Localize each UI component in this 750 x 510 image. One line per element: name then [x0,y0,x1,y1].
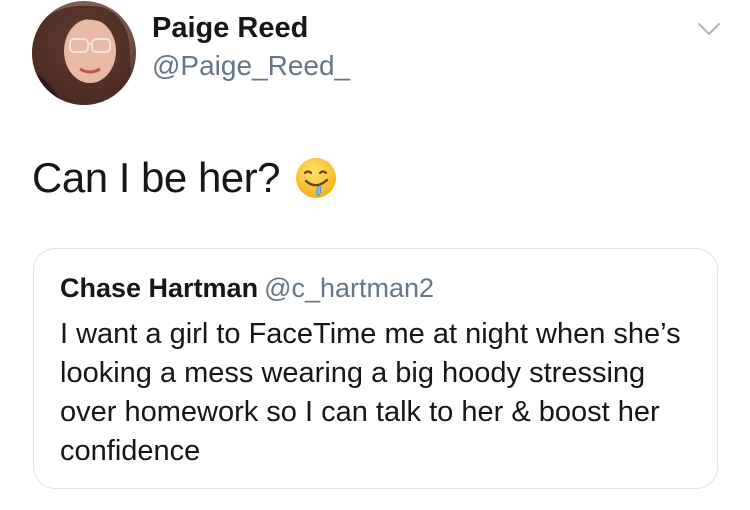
avatar[interactable] [32,1,136,105]
quoted-author-handle: @c_hartman2 [264,273,435,303]
quoted-author-name: Chase Hartman [60,273,259,303]
author-handle[interactable]: @Paige_Reed_ [152,48,350,84]
author-block[interactable]: Paige Reed @Paige_Reed_ [152,10,350,84]
quoted-tweet-header: Chase Hartman @c_hartman2 [60,271,434,305]
drooling-face-emoji-icon [294,156,338,200]
tweet-text-content: Can I be her? [32,154,281,201]
tweet: Paige Reed @Paige_Reed_ Can I be her? Ch… [0,0,750,510]
quoted-tweet-card[interactable]: Chase Hartman @c_hartman2 I want a girl t… [33,248,718,489]
chevron-down-icon[interactable] [697,20,721,38]
tweet-text: Can I be her? [32,150,338,206]
quoted-tweet-text: I want a girl to FaceTime me at night wh… [60,318,681,467]
avatar-photo [32,1,136,105]
author-name[interactable]: Paige Reed [152,10,350,46]
